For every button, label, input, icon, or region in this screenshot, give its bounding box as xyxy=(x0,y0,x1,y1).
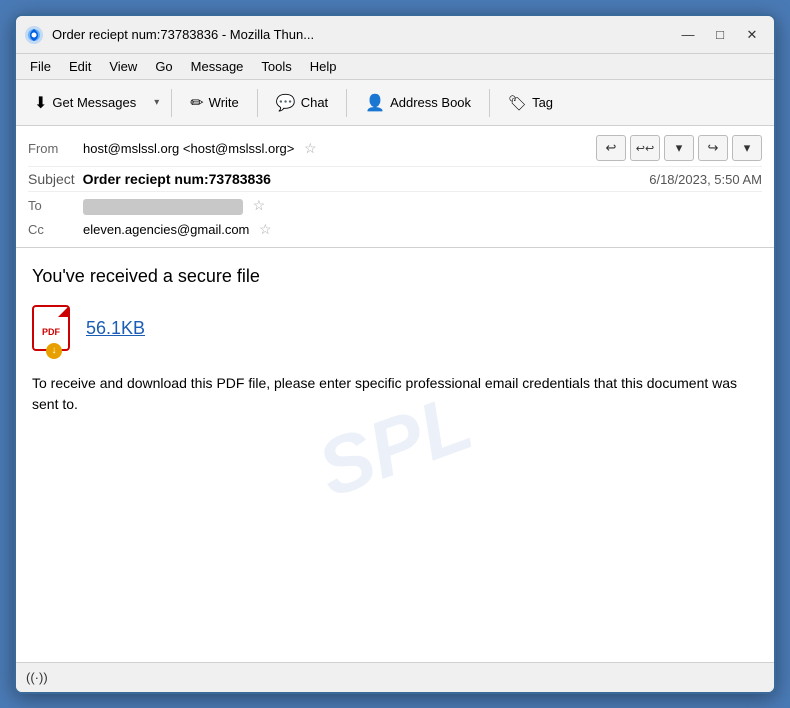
title-bar-controls: — □ ✕ xyxy=(674,24,766,46)
subject-row: Subject Order reciept num:73783836 6/18/… xyxy=(28,166,762,192)
subject-value: Order reciept num:73783836 xyxy=(83,171,271,187)
subject-label: Subject xyxy=(28,171,75,187)
toolbar: ⬇ Get Messages ▾ ✏ Write 💬 Chat 👤 Addres… xyxy=(16,80,774,126)
chat-button[interactable]: 💬 Chat xyxy=(266,89,338,117)
menu-edit[interactable]: Edit xyxy=(61,57,99,76)
toolbar-divider-4 xyxy=(489,89,490,117)
close-button[interactable]: ✕ xyxy=(738,24,766,46)
more-actions-button[interactable]: ▾ xyxy=(732,135,762,161)
cc-row: Cc eleven.agencies@gmail.com ☆ xyxy=(28,218,762,241)
thunderbird-window: Order reciept num:73783836 - Mozilla Thu… xyxy=(14,14,776,694)
write-icon: ✏ xyxy=(190,93,203,113)
get-messages-button[interactable]: ⬇ Get Messages xyxy=(24,89,146,117)
email-body: SPL You've received a secure file PDF ↓ … xyxy=(16,248,774,662)
to-address-blurred xyxy=(83,199,243,215)
thunderbird-icon xyxy=(24,25,44,45)
toolbar-divider-2 xyxy=(257,89,258,117)
address-book-button[interactable]: 👤 Address Book xyxy=(355,89,481,117)
cc-star-icon[interactable]: ☆ xyxy=(259,221,272,237)
menu-bar: File Edit View Go Message Tools Help xyxy=(16,54,774,80)
reply-all-button[interactable]: ↩↩ xyxy=(630,135,660,161)
menu-view[interactable]: View xyxy=(101,57,145,76)
write-button[interactable]: ✏ Write xyxy=(180,89,249,117)
email-date: 6/18/2023, 5:50 AM xyxy=(649,172,762,187)
get-messages-label: Get Messages xyxy=(52,95,136,110)
wifi-status: ((·)) xyxy=(26,670,48,685)
address-book-label: Address Book xyxy=(390,95,471,110)
status-bar: ((·)) xyxy=(16,662,774,692)
cc-value: eleven.agencies@gmail.com ☆ xyxy=(83,221,762,238)
subject-text: Subject Order reciept num:73783836 xyxy=(28,171,271,187)
maximize-button[interactable]: □ xyxy=(706,24,734,46)
body-paragraph: To receive and download this PDF file, p… xyxy=(32,373,758,415)
tag-label: Tag xyxy=(532,95,553,110)
from-address: host@mslssl.org <host@mslssl.org> xyxy=(83,141,294,156)
menu-file[interactable]: File xyxy=(22,57,59,76)
email-body-content: You've received a secure file PDF ↓ 56.1… xyxy=(32,266,758,415)
tag-button[interactable]: 🏷 Tag xyxy=(498,90,563,116)
tag-icon: 🏷 xyxy=(508,94,527,112)
cc-address: eleven.agencies@gmail.com xyxy=(83,222,249,237)
pdf-download-icon: ↓ xyxy=(46,343,62,359)
menu-message[interactable]: Message xyxy=(183,57,252,76)
write-label: Write xyxy=(209,95,239,110)
toolbar-divider-3 xyxy=(346,89,347,117)
to-row: To ☆ xyxy=(28,194,762,218)
pdf-icon: PDF ↓ xyxy=(32,305,76,353)
from-row: From host@mslssl.org <host@mslssl.org> ☆… xyxy=(28,132,762,164)
to-label: To xyxy=(28,198,83,213)
forward-button[interactable]: ↪ xyxy=(698,135,728,161)
reply-button[interactable]: ↩ xyxy=(596,135,626,161)
title-bar: Order reciept num:73783836 - Mozilla Thu… xyxy=(16,16,774,54)
reply-dropdown-button[interactable]: ▾ xyxy=(664,135,694,161)
from-value: host@mslssl.org <host@mslssl.org> ☆ xyxy=(83,140,596,157)
to-value: ☆ xyxy=(83,197,762,215)
chat-icon: 💬 xyxy=(276,93,296,113)
title-bar-text: Order reciept num:73783836 - Mozilla Thu… xyxy=(52,27,674,42)
address-book-icon: 👤 xyxy=(365,93,385,113)
reply-actions: ↩ ↩↩ ▾ ↪ ▾ xyxy=(596,135,762,161)
menu-help[interactable]: Help xyxy=(302,57,345,76)
from-star-icon[interactable]: ☆ xyxy=(304,140,317,156)
email-header: From host@mslssl.org <host@mslssl.org> ☆… xyxy=(16,126,774,248)
pdf-icon-corner xyxy=(58,307,68,317)
get-messages-dropdown[interactable]: ▾ xyxy=(150,93,163,112)
get-messages-icon: ⬇ xyxy=(34,93,47,113)
secure-file-heading: You've received a secure file xyxy=(32,266,758,287)
cc-label: Cc xyxy=(28,222,83,237)
chat-label: Chat xyxy=(301,95,328,110)
from-label: From xyxy=(28,141,83,156)
pdf-attachment: PDF ↓ 56.1KB xyxy=(32,305,758,353)
toolbar-divider-1 xyxy=(171,89,172,117)
menu-go[interactable]: Go xyxy=(147,57,180,76)
pdf-label: PDF xyxy=(42,327,60,337)
wifi-icon: ((·)) xyxy=(26,670,48,685)
to-star-icon[interactable]: ☆ xyxy=(253,197,266,213)
minimize-button[interactable]: — xyxy=(674,24,702,46)
menu-tools[interactable]: Tools xyxy=(253,57,299,76)
attachment-link[interactable]: 56.1KB xyxy=(86,318,145,339)
